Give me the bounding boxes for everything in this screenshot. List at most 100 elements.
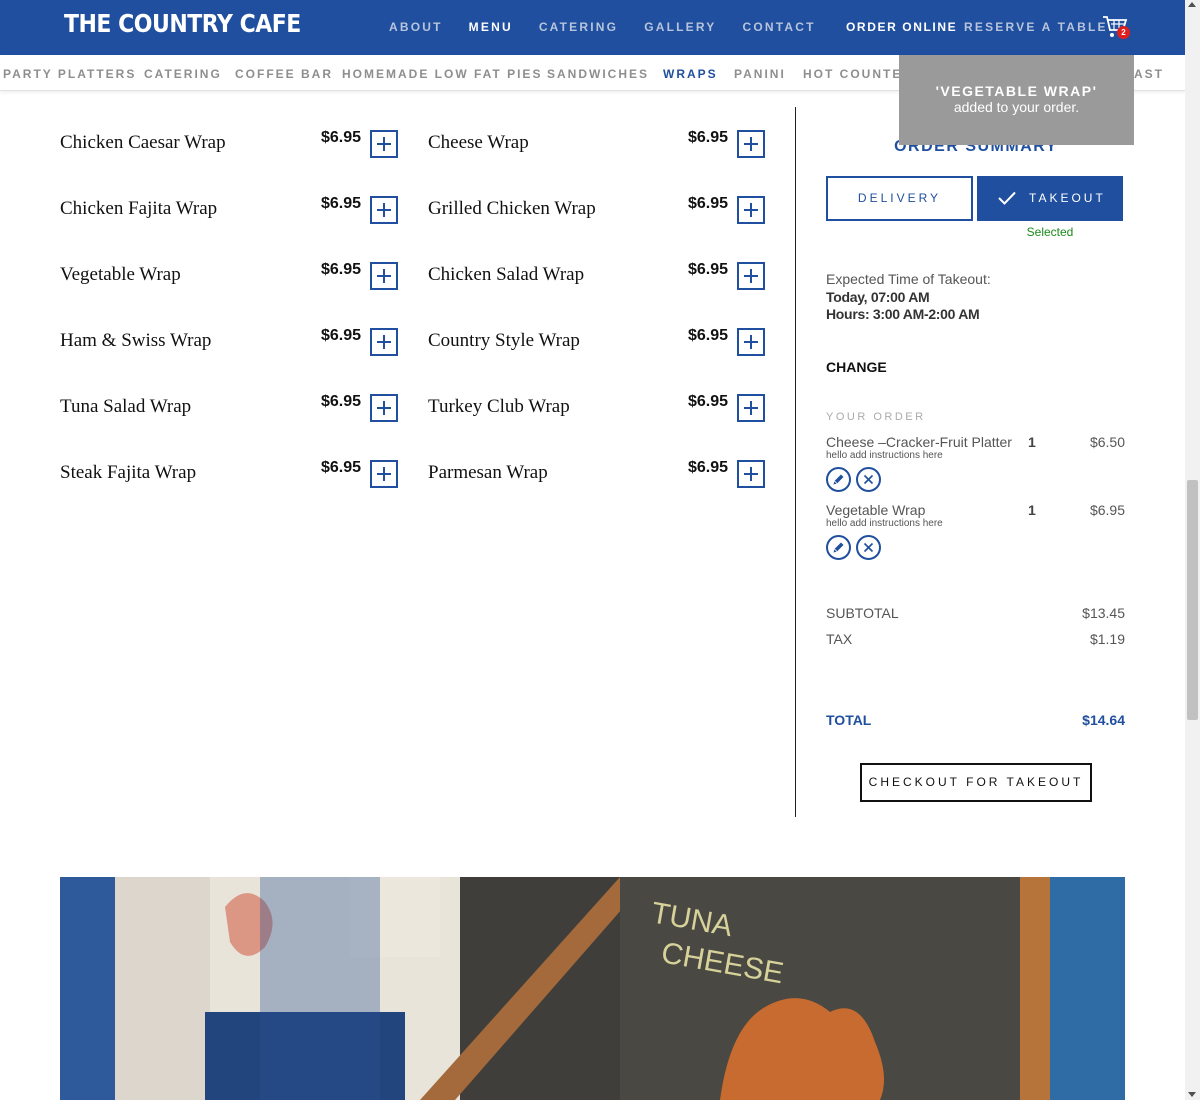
checkout-button[interactable]: CHECKOUT FOR TAKEOUT bbox=[860, 763, 1092, 802]
menu-item-price: $6.95 bbox=[321, 393, 362, 410]
add-to-order-button[interactable] bbox=[370, 196, 398, 224]
tax-label: TAX bbox=[826, 631, 853, 647]
reserve-table-link[interactable]: RESERVE A TABLE bbox=[964, 20, 1108, 34]
check-icon bbox=[998, 191, 1016, 205]
menu-item: Parmesan Wrap $6.95 bbox=[428, 459, 766, 502]
category-breakfast[interactable]: AST bbox=[1134, 67, 1164, 81]
remove-item-button[interactable] bbox=[856, 535, 881, 560]
cafe-interior-image: TUNA CHEESE bbox=[60, 877, 1125, 1100]
nav-gallery[interactable]: GALLERY bbox=[644, 20, 716, 34]
menu-item: Vegetable Wrap $6.95 bbox=[60, 261, 398, 304]
cart-count-badge: 2 bbox=[1117, 26, 1130, 39]
pencil-icon bbox=[833, 542, 844, 553]
scroll-down-arrow-icon[interactable] bbox=[1188, 1092, 1196, 1097]
menu-item-name: Cheese Wrap bbox=[428, 132, 529, 153]
expected-time-value: Today, 07:00 AM bbox=[826, 289, 930, 305]
menu-item: Country Style Wrap $6.95 bbox=[428, 327, 766, 370]
menu-item: Tuna Salad Wrap $6.95 bbox=[60, 393, 398, 436]
top-navbar: THE COUNTRY CAFE ABOUT MENU CATERING GAL… bbox=[0, 0, 1185, 55]
menu-item-name: Country Style Wrap bbox=[428, 330, 580, 351]
menu-item-price: $6.95 bbox=[321, 459, 362, 476]
menu-item-name: Chicken Salad Wrap bbox=[428, 264, 585, 285]
category-coffee-bar[interactable]: COFFEE BAR bbox=[235, 67, 333, 81]
nav-about[interactable]: ABOUT bbox=[389, 20, 443, 34]
order-item-instructions: hello add instructions here bbox=[826, 450, 943, 461]
order-item-name: Cheese –Cracker-Fruit Platter bbox=[826, 434, 1012, 450]
menu-item-price: $6.95 bbox=[321, 261, 362, 278]
add-to-order-button[interactable] bbox=[370, 328, 398, 356]
subtotal-value: $13.45 bbox=[1082, 605, 1125, 621]
menu-item: Chicken Caesar Wrap $6.95 bbox=[60, 129, 398, 172]
menu-item-price: $6.95 bbox=[688, 459, 729, 476]
edit-item-button[interactable] bbox=[826, 535, 851, 560]
add-to-order-button[interactable] bbox=[370, 130, 398, 158]
menu-item-name: Vegetable Wrap bbox=[60, 264, 181, 285]
remove-item-button[interactable] bbox=[856, 467, 881, 492]
toast-message: added to your order. bbox=[953, 99, 1080, 115]
scrollbar-thumb[interactable] bbox=[1187, 480, 1198, 720]
menu-item-price: $6.95 bbox=[688, 393, 729, 410]
menu-item-price: $6.95 bbox=[321, 129, 362, 146]
close-icon bbox=[863, 474, 874, 485]
close-icon bbox=[863, 542, 874, 553]
menu-item-name: Turkey Club Wrap bbox=[428, 396, 570, 417]
menu-item: Grilled Chicken Wrap $6.95 bbox=[428, 195, 766, 238]
order-item-qty: 1 bbox=[1028, 434, 1036, 450]
order-online-link[interactable]: ORDER ONLINE bbox=[846, 20, 957, 34]
total-label: TOTAL bbox=[826, 712, 872, 728]
takeout-label: TAKEOUT bbox=[1029, 191, 1106, 205]
menu-item: Steak Fajita Wrap $6.95 bbox=[60, 459, 398, 502]
add-to-order-button[interactable] bbox=[737, 130, 765, 158]
nav-catering[interactable]: CATERING bbox=[539, 20, 618, 34]
add-to-order-button[interactable] bbox=[737, 328, 765, 356]
change-time-link[interactable]: CHANGE bbox=[826, 359, 887, 375]
category-party-platters[interactable]: PARTY PLATTERS bbox=[3, 67, 136, 81]
category-catering[interactable]: CATERING bbox=[144, 67, 222, 81]
menu-item-name: Parmesan Wrap bbox=[428, 462, 548, 483]
category-wraps[interactable]: WRAPS bbox=[663, 67, 718, 81]
order-line-item: Vegetable Wrap 1 $6.95 hello add instruc… bbox=[826, 502, 1126, 572]
menu-item: Chicken Fajita Wrap $6.95 bbox=[60, 195, 398, 238]
category-panini[interactable]: PANINI bbox=[734, 67, 786, 81]
nav-contact[interactable]: CONTACT bbox=[743, 20, 816, 34]
add-to-order-button[interactable] bbox=[737, 460, 765, 488]
add-to-order-button[interactable] bbox=[737, 196, 765, 224]
menu-item-name: Steak Fajita Wrap bbox=[60, 462, 197, 483]
add-to-order-button[interactable] bbox=[370, 460, 398, 488]
nav-menu[interactable]: MENU bbox=[469, 20, 513, 34]
add-to-order-button[interactable] bbox=[370, 262, 398, 290]
order-item-instructions: hello add instructions here bbox=[826, 518, 943, 529]
cart-button[interactable]: 2 bbox=[1102, 14, 1130, 40]
order-line-item: Cheese –Cracker-Fruit Platter 1 $6.50 he… bbox=[826, 434, 1126, 504]
category-hot-counter[interactable]: HOT COUNTER bbox=[803, 67, 913, 81]
menu-item-price: $6.95 bbox=[688, 327, 729, 344]
takeout-button[interactable]: TAKEOUT bbox=[977, 176, 1123, 221]
scroll-up-arrow-icon[interactable] bbox=[1188, 2, 1196, 7]
menu-item-price: $6.95 bbox=[688, 195, 729, 212]
add-to-order-button[interactable] bbox=[737, 262, 765, 290]
subtotal-label: SUBTOTAL bbox=[826, 605, 899, 621]
takeout-selected-label: Selected bbox=[1026, 225, 1074, 239]
delivery-button[interactable]: DELIVERY bbox=[826, 176, 973, 221]
column-divider bbox=[795, 107, 796, 817]
menu-item-name: Ham & Swiss Wrap bbox=[60, 330, 212, 351]
added-to-order-toast: 'VEGETABLE WRAP' added to your order. bbox=[899, 55, 1134, 145]
menu-item: Turkey Club Wrap $6.95 bbox=[428, 393, 766, 436]
add-to-order-button[interactable] bbox=[737, 394, 765, 422]
toast-item-name: 'VEGETABLE WRAP' bbox=[935, 83, 1098, 99]
category-homemade-pies[interactable]: HOMEMADE LOW FAT PIES bbox=[342, 67, 542, 81]
category-sandwiches[interactable]: SANDWICHES bbox=[547, 67, 649, 81]
total-value: $14.64 bbox=[1082, 712, 1125, 728]
menu-item-name: Chicken Fajita Wrap bbox=[60, 198, 218, 219]
edit-item-button[interactable] bbox=[826, 467, 851, 492]
pencil-icon bbox=[833, 474, 844, 485]
order-item-price: $6.50 bbox=[1089, 434, 1125, 450]
order-item-qty: 1 bbox=[1028, 502, 1036, 518]
menu-item-price: $6.95 bbox=[321, 195, 362, 212]
add-to-order-button[interactable] bbox=[370, 394, 398, 422]
site-logo[interactable]: THE COUNTRY CAFE bbox=[64, 10, 301, 39]
menu-item-name: Grilled Chicken Wrap bbox=[428, 198, 596, 219]
main-nav: ABOUT MENU CATERING GALLERY CONTACT bbox=[389, 20, 842, 34]
menu-item-price: $6.95 bbox=[688, 129, 729, 146]
order-item-price: $6.95 bbox=[1089, 502, 1125, 518]
